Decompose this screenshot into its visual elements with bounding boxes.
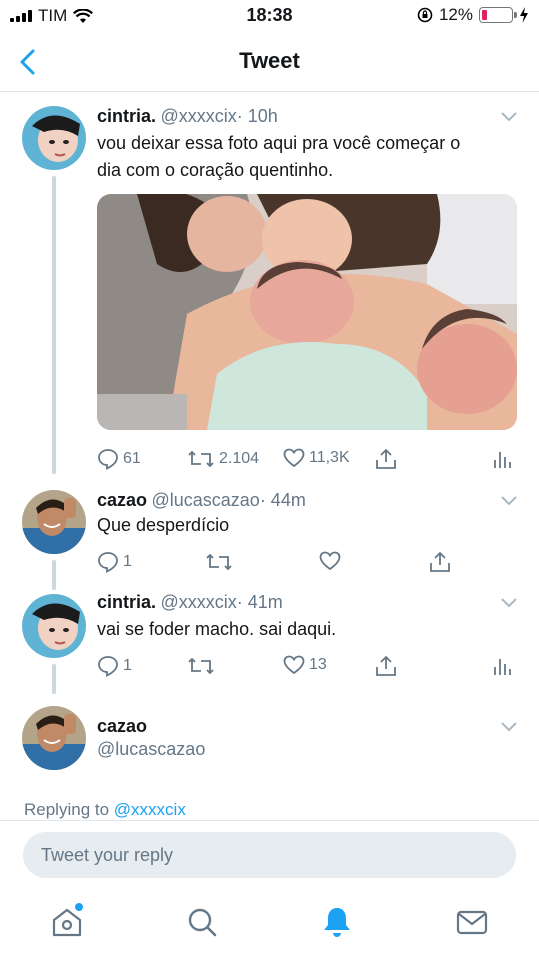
retweet-button[interactable] xyxy=(205,551,233,573)
like-button[interactable]: 11,3K xyxy=(283,448,350,468)
chevron-down-icon[interactable] xyxy=(501,722,517,732)
user-handle[interactable]: @lucascazao xyxy=(97,739,205,760)
share-button[interactable] xyxy=(375,655,397,677)
tab-search[interactable] xyxy=(185,905,221,941)
like-count: 11,3K xyxy=(309,449,350,466)
reply-input[interactable]: Tweet your reply xyxy=(23,832,516,878)
charging-icon xyxy=(520,7,528,23)
tweet-text: Que desperdício xyxy=(97,515,230,535)
reply-button[interactable]: 61 xyxy=(97,448,141,470)
replying-to-mention[interactable]: @xxxxcix xyxy=(114,800,186,819)
analytics-icon xyxy=(494,452,511,468)
retweet-icon xyxy=(188,450,214,468)
tab-messages[interactable] xyxy=(455,905,491,941)
retweet-count: 2.104 xyxy=(219,450,260,467)
like-button[interactable]: 13 xyxy=(283,655,327,675)
retweet-button[interactable]: 2.104 xyxy=(187,448,259,470)
display-name[interactable]: cazao xyxy=(97,716,147,737)
thread-line xyxy=(52,176,56,474)
reply-button[interactable]: 1 xyxy=(97,551,132,573)
tweet-header: cazao @lucascazao· 44m xyxy=(97,490,306,511)
tweet-time: · 10h xyxy=(236,106,278,126)
reply-input-placeholder: Tweet your reply xyxy=(41,845,174,865)
orientation-lock-icon xyxy=(417,7,433,23)
analytics-button[interactable] xyxy=(493,655,511,677)
avatar[interactable] xyxy=(22,706,86,770)
battery-percent: 12% xyxy=(438,5,473,24)
display-name[interactable]: cintria. xyxy=(97,106,156,126)
reply-count: 1 xyxy=(123,553,132,570)
status-bar: TIM 18:38 12% xyxy=(0,0,539,34)
search-icon xyxy=(188,908,217,937)
avatar[interactable] xyxy=(22,594,86,658)
reply-icon xyxy=(98,656,118,677)
tweet-text: vou deixar essa foto aqui pra você começ… xyxy=(97,130,460,184)
reply-count: 61 xyxy=(123,450,141,467)
replying-to-label: Replying to xyxy=(24,800,110,819)
avatar[interactable] xyxy=(22,106,86,170)
reply-icon xyxy=(98,449,118,470)
reply-icon xyxy=(98,552,118,573)
user-handle[interactable]: @lucascazao xyxy=(151,490,259,510)
heart-icon xyxy=(283,448,305,468)
thread-line xyxy=(52,560,56,590)
page-title: Tweet xyxy=(239,48,300,73)
retweet-icon xyxy=(206,553,232,571)
tweet-actions: 1 13 xyxy=(97,655,517,685)
heart-icon xyxy=(319,551,341,571)
replying-to: Replying to @xxxxcix xyxy=(24,800,186,820)
tab-bar xyxy=(0,893,539,960)
reply-button[interactable]: 1 xyxy=(97,655,132,677)
battery-icon xyxy=(479,7,517,23)
tweet-actions: 1 xyxy=(97,551,517,581)
display-name[interactable]: cintria. xyxy=(97,592,156,612)
retweet-icon xyxy=(188,657,214,675)
share-icon xyxy=(376,655,396,676)
display-name[interactable]: cazao xyxy=(97,490,147,510)
tab-home[interactable] xyxy=(50,903,86,941)
share-button[interactable] xyxy=(429,551,451,573)
notifications-icon xyxy=(324,908,350,937)
avatar[interactable] xyxy=(22,490,86,554)
divider xyxy=(0,820,539,821)
tweet-text-line: dia com o coração quentinho. xyxy=(97,160,334,180)
chevron-down-icon[interactable] xyxy=(501,598,517,608)
like-button[interactable] xyxy=(319,551,341,571)
messages-icon xyxy=(456,910,488,935)
share-button[interactable] xyxy=(375,448,397,470)
chevron-down-icon[interactable] xyxy=(501,496,517,506)
share-icon xyxy=(376,448,396,469)
user-handle[interactable]: @xxxxcix xyxy=(160,592,236,612)
share-icon xyxy=(430,551,450,572)
tweet-photo[interactable] xyxy=(97,194,517,430)
analytics-icon xyxy=(494,659,511,675)
reply-count: 1 xyxy=(123,657,132,674)
tweet-text-line: vou deixar essa foto aqui pra você começ… xyxy=(97,133,461,153)
notification-dot xyxy=(75,903,83,911)
tweet-time: · 41m xyxy=(236,592,283,612)
nav-header: Tweet xyxy=(0,34,539,92)
tweet-text: vai se foder macho. sai daqui. xyxy=(97,619,337,639)
thread-line xyxy=(52,664,56,694)
tweet-time: · 44m xyxy=(259,490,306,510)
tab-notifications[interactable] xyxy=(320,905,356,941)
tweet-actions: 61 2.104 11,3K xyxy=(97,448,517,478)
tweet-header: cintria. @xxxxcix· 10h xyxy=(97,106,278,127)
chevron-down-icon[interactable] xyxy=(501,112,517,122)
user-handle[interactable]: @xxxxcix xyxy=(160,106,236,126)
retweet-button[interactable] xyxy=(187,655,215,677)
analytics-button[interactable] xyxy=(493,448,511,470)
tweet-header: cintria. @xxxxcix· 41m xyxy=(97,592,283,613)
status-right: 12% xyxy=(417,5,529,25)
like-count: 13 xyxy=(309,656,327,673)
heart-icon xyxy=(283,655,305,675)
